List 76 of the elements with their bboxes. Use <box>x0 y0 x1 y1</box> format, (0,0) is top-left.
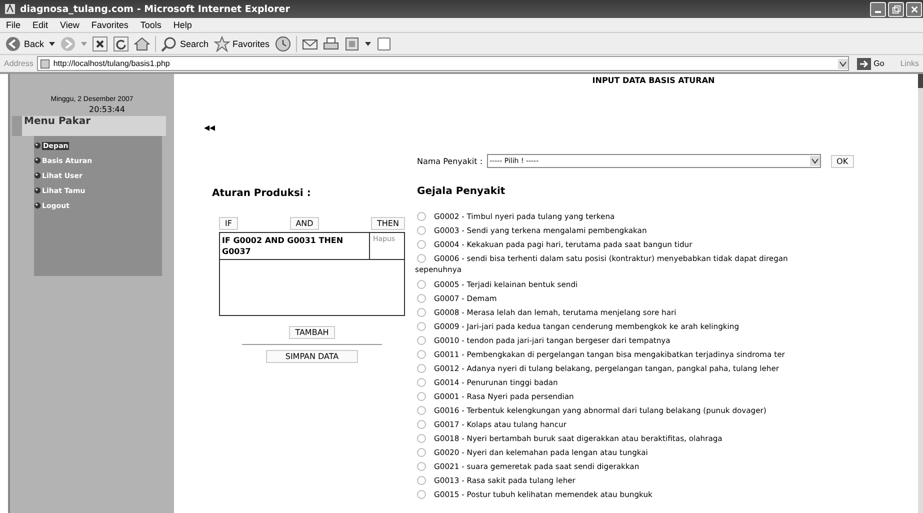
back-link[interactable]: ◂◂ <box>204 121 218 134</box>
bullet-icon <box>34 202 41 209</box>
save-button[interactable]: SIMPAN DATA <box>266 350 358 363</box>
rule-text: IF G0002 AND G0031 THEN G0037 <box>220 233 370 259</box>
star-icon <box>214 36 230 52</box>
refresh-icon[interactable] <box>113 36 130 52</box>
menu-item[interactable]: Favorites <box>91 20 128 30</box>
radio-button[interactable] <box>417 378 426 386</box>
radio-button[interactable] <box>417 350 426 358</box>
page-icon <box>40 58 50 68</box>
radio-button[interactable] <box>417 294 426 302</box>
restore-icon <box>892 4 900 14</box>
menu-item[interactable]: Help <box>173 20 192 30</box>
radio-button[interactable] <box>417 226 426 234</box>
print-icon[interactable] <box>322 36 339 52</box>
menu-item[interactable]: Edit <box>32 20 48 30</box>
radio-button[interactable] <box>417 212 426 220</box>
bullet-icon <box>34 157 41 164</box>
back-button[interactable]: Back <box>5 36 44 52</box>
minimize-icon <box>875 10 881 12</box>
stop-icon[interactable] <box>92 36 108 52</box>
radio-button[interactable] <box>417 322 426 330</box>
radio-button[interactable] <box>417 406 426 414</box>
address-label: Address <box>4 59 34 68</box>
bullet-icon <box>34 142 41 149</box>
search-button[interactable]: Search <box>161 36 209 52</box>
history-icon[interactable] <box>274 36 291 52</box>
operator-button[interactable]: THEN <box>371 217 405 230</box>
radio-button[interactable] <box>417 434 426 442</box>
section-heading: Gejala Penyakit <box>417 186 506 197</box>
favorites-button[interactable]: Favorites <box>214 36 270 52</box>
back-icon <box>5 36 21 52</box>
note-icon[interactable] <box>376 36 392 52</box>
close-button[interactable] <box>906 2 922 16</box>
home-icon[interactable] <box>134 36 150 52</box>
operator-button[interactable]: AND <box>290 217 320 230</box>
radio-button[interactable] <box>417 462 426 470</box>
radio-button[interactable] <box>417 392 426 400</box>
field-label: Nama Penyakit : <box>417 156 483 166</box>
caret-icon[interactable] <box>49 42 56 46</box>
menu-item[interactable]: View <box>60 20 80 30</box>
ok-button[interactable]: OK <box>830 154 854 168</box>
search-icon <box>161 36 178 52</box>
dropdown-icon <box>810 156 820 166</box>
bullet-icon <box>34 187 41 194</box>
radio-button[interactable] <box>417 280 426 288</box>
bullet-icon <box>34 172 41 179</box>
radio-button[interactable] <box>417 420 426 428</box>
time-text: 20:53:44 <box>88 105 126 114</box>
caret-icon[interactable] <box>364 42 371 46</box>
radio-button[interactable] <box>417 308 426 316</box>
restore-button[interactable] <box>888 2 904 16</box>
radio-button[interactable] <box>417 254 426 262</box>
add-button[interactable]: TAMBAH <box>289 326 335 339</box>
minimize-button[interactable] <box>870 2 886 16</box>
radio-button[interactable] <box>417 490 426 498</box>
address-field[interactable]: http://localhost/tulang/basis1.php <box>37 56 849 71</box>
forward-icon[interactable] <box>60 36 76 52</box>
browser-icon <box>4 3 16 15</box>
window-title: diagnosa_tulang.com - Microsoft Internet Explorer <box>20 4 290 14</box>
section-heading: Aturan Produksi : <box>212 188 311 199</box>
page-title: INPUT DATA BASIS ATURAN <box>591 76 716 85</box>
menu-title: Menu Pakar <box>12 116 166 136</box>
arrow-icon <box>856 58 871 70</box>
go-button[interactable]: Go <box>852 58 888 70</box>
close-icon <box>910 4 918 14</box>
radio-button[interactable] <box>417 448 426 456</box>
radio-button[interactable] <box>417 476 426 484</box>
menu-item[interactable]: Tools <box>140 20 162 30</box>
dropdown-icon[interactable] <box>838 58 848 68</box>
menu-item[interactable]: File <box>6 20 21 30</box>
operator-button[interactable]: IF <box>219 217 238 230</box>
radio-button[interactable] <box>417 364 426 372</box>
scrollbar[interactable] <box>918 74 923 513</box>
radio-button[interactable] <box>417 240 426 248</box>
radio-button[interactable] <box>417 336 426 344</box>
